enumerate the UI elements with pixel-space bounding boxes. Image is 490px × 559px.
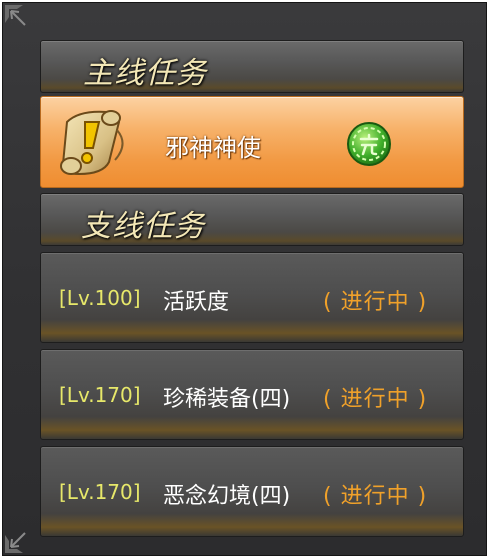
- main-quest-header[interactable]: 主线任务: [40, 40, 464, 93]
- side-quest-header[interactable]: 支线任务: [40, 193, 464, 246]
- complete-seal-icon: [346, 121, 392, 167]
- side-task-row[interactable]: [Lv.170] 珍稀装备(四) ( 进行中 ): [40, 349, 464, 440]
- main-task-row[interactable]: 邪神神使: [40, 96, 464, 188]
- task-name: 珍稀装备(四): [163, 387, 291, 412]
- task-status: ( 进行中 ): [323, 290, 428, 315]
- corner-ornament-icon: [3, 3, 37, 37]
- task-name: 活跃度: [163, 290, 230, 315]
- scroll-icon: [49, 100, 135, 186]
- task-status: ( 进行中 ): [323, 387, 428, 412]
- side-quest-header-label: 支线任务: [81, 209, 205, 244]
- task-level: [Lv.170]: [59, 480, 141, 504]
- task-panel: 主线任务 邪神神使 支线任务 [Lv.100] 活跃度 (进行中) [Lv.…: [2, 2, 487, 556]
- task-level: [Lv.170]: [59, 383, 141, 407]
- corner-ornament-icon: [3, 521, 37, 555]
- side-task-row[interactable]: [Lv.170] 恶念幻境(四) ( 进行中 ): [40, 446, 464, 537]
- task-name: 恶念幻境(四): [163, 484, 291, 509]
- task-level: [Lv.100]: [59, 286, 141, 310]
- main-task-name: 邪神神使: [165, 134, 261, 162]
- task-status: ( 进行中 ): [323, 484, 428, 509]
- main-quest-header-label: 主线任务: [83, 56, 207, 91]
- side-task-row[interactable]: [Lv.100] 活跃度 ( 进行中 ): [40, 252, 464, 343]
